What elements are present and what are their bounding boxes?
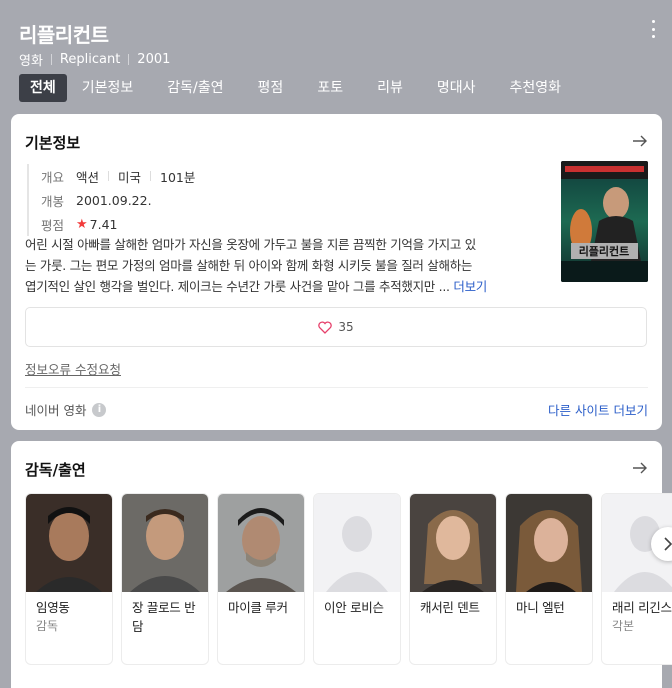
synopsis-more-link[interactable]: 더보기 [453,279,487,294]
info-icon[interactable]: i [92,402,107,417]
cast-item[interactable]: 장 끌로드 반담 [121,493,209,665]
cast-card: 감독/출연 임영동 감독 장 끌로드 반담 마이클 루커 이안 로비슨 캐서린 … [11,441,672,688]
cast-item[interactable]: 이안 로비슨 [313,493,401,665]
arrow-right-icon[interactable] [632,134,648,148]
source-label: 네이버 영화 [25,403,87,418]
chevron-right-icon [664,537,672,551]
rating-value: 7.41 [89,216,118,232]
cast-item[interactable]: 마니 엘턴 [505,493,593,665]
arrow-right-icon[interactable] [632,461,648,475]
rating-row: 평점 ★ 7.41 [41,212,195,236]
report-error-link[interactable]: 정보오류 수정요청 [25,359,121,378]
synopsis-line-3: 엽기적인 살인 행각을 벌인다. 제이크는 수년간 가룻 사건을 맡아 그를 추… [25,279,450,294]
person-role: 감독 [36,619,59,633]
tab-rating[interactable]: 평점 [247,74,295,102]
meta-year: 2001 [137,52,171,67]
cast-item[interactable]: 래리 리긴스 각본 [601,493,672,665]
person-photo [122,494,208,592]
person-name: 장 끌로드 반담 [132,600,196,634]
source-info: 네이버 영화 i [25,400,107,419]
synopsis-line-1: 어린 시절 아빠를 살해한 엄마가 자신을 옷장에 가두고 불을 지른 끔찍한 … [25,237,476,252]
like-button[interactable]: 35 [25,307,647,347]
release-date: 2001.09.22. [76,192,152,208]
person-name: 마니 엘턴 [516,600,565,615]
like-count: 35 [338,320,354,334]
release-row: 개봉 2001.09.22. [41,188,195,212]
meta-original-title: Replicant [59,52,121,67]
tab-bar: 전체 기본정보 감독/출연 평점 포토 리뷰 명대사 추천영화 [19,74,584,102]
cast-item[interactable]: 캐서린 덴트 [409,493,497,665]
person-name: 마이클 루커 [228,600,288,615]
person-role: 각본 [612,619,635,633]
person-photo [26,494,112,592]
tab-all[interactable]: 전체 [19,74,67,102]
person-photo-placeholder [314,494,400,592]
release-label: 개봉 [41,193,65,209]
movie-header: 리플리컨트 영화 Replicant 2001 전체 기본정보 감독/출연 평점… [0,0,672,106]
more-options-icon[interactable] [650,20,656,38]
person-photo [506,494,592,592]
person-name: 래리 리긴스 [612,600,672,615]
movie-title: 리플리컨트 [19,23,109,47]
person-name: 캐서린 덴트 [420,600,480,615]
person-photo [410,494,496,592]
genre-value: 액션 [76,169,100,185]
tab-quotes[interactable]: 명대사 [426,74,487,102]
movie-poster[interactable]: 리플리컨트 [561,161,648,282]
basic-info-card: 기본정보 개요 액션 미국 101분 개봉 2001.09.22. 평점 ★ 7… [11,114,662,430]
star-icon: ★ [76,216,88,232]
person-photo [218,494,304,592]
info-list: 개요 액션 미국 101분 개봉 2001.09.22. 평점 ★ 7.41 [27,164,195,236]
meta-category: 영화 [19,54,43,69]
person-name: 임영동 [36,600,70,615]
divider [25,387,648,388]
poster-title-text: 리플리컨트 [579,244,630,258]
runtime-value: 101분 [160,169,196,185]
cast-item[interactable]: 마이클 루커 [217,493,305,665]
cast-list: 임영동 감독 장 끌로드 반담 마이클 루커 이안 로비슨 캐서린 덴트 마니 … [25,493,672,665]
overview-label: 개요 [41,169,65,185]
country-value: 미국 [118,169,142,185]
rating-label: 평점 [41,217,65,233]
overview-row: 개요 액션 미국 101분 [41,164,195,188]
cast-item[interactable]: 임영동 감독 [25,493,113,665]
other-sites-link[interactable]: 다른 사이트 더보기 [548,400,648,419]
basic-info-title[interactable]: 기본정보 [25,132,80,153]
synopsis: 어린 시절 아빠를 살해한 엄마가 자신을 옷장에 가두고 불을 지른 끔찍한 … [25,234,543,297]
cast-title[interactable]: 감독/출연 [25,459,86,480]
tab-recommended[interactable]: 추천영화 [498,74,572,102]
tab-basic-info[interactable]: 기본정보 [71,74,145,102]
tab-photo[interactable]: 포토 [306,74,354,102]
movie-meta: 영화 Replicant 2001 [19,50,170,69]
person-name: 이안 로비슨 [324,600,384,615]
synopsis-line-2: 는 가룻. 그는 편모 가정의 엄마를 살해한 뒤 아이와 함께 화형 시키듯 … [25,258,473,273]
tab-review[interactable]: 리뷰 [366,74,414,102]
tab-director-cast[interactable]: 감독/출연 [156,74,234,102]
heart-icon [318,320,333,334]
